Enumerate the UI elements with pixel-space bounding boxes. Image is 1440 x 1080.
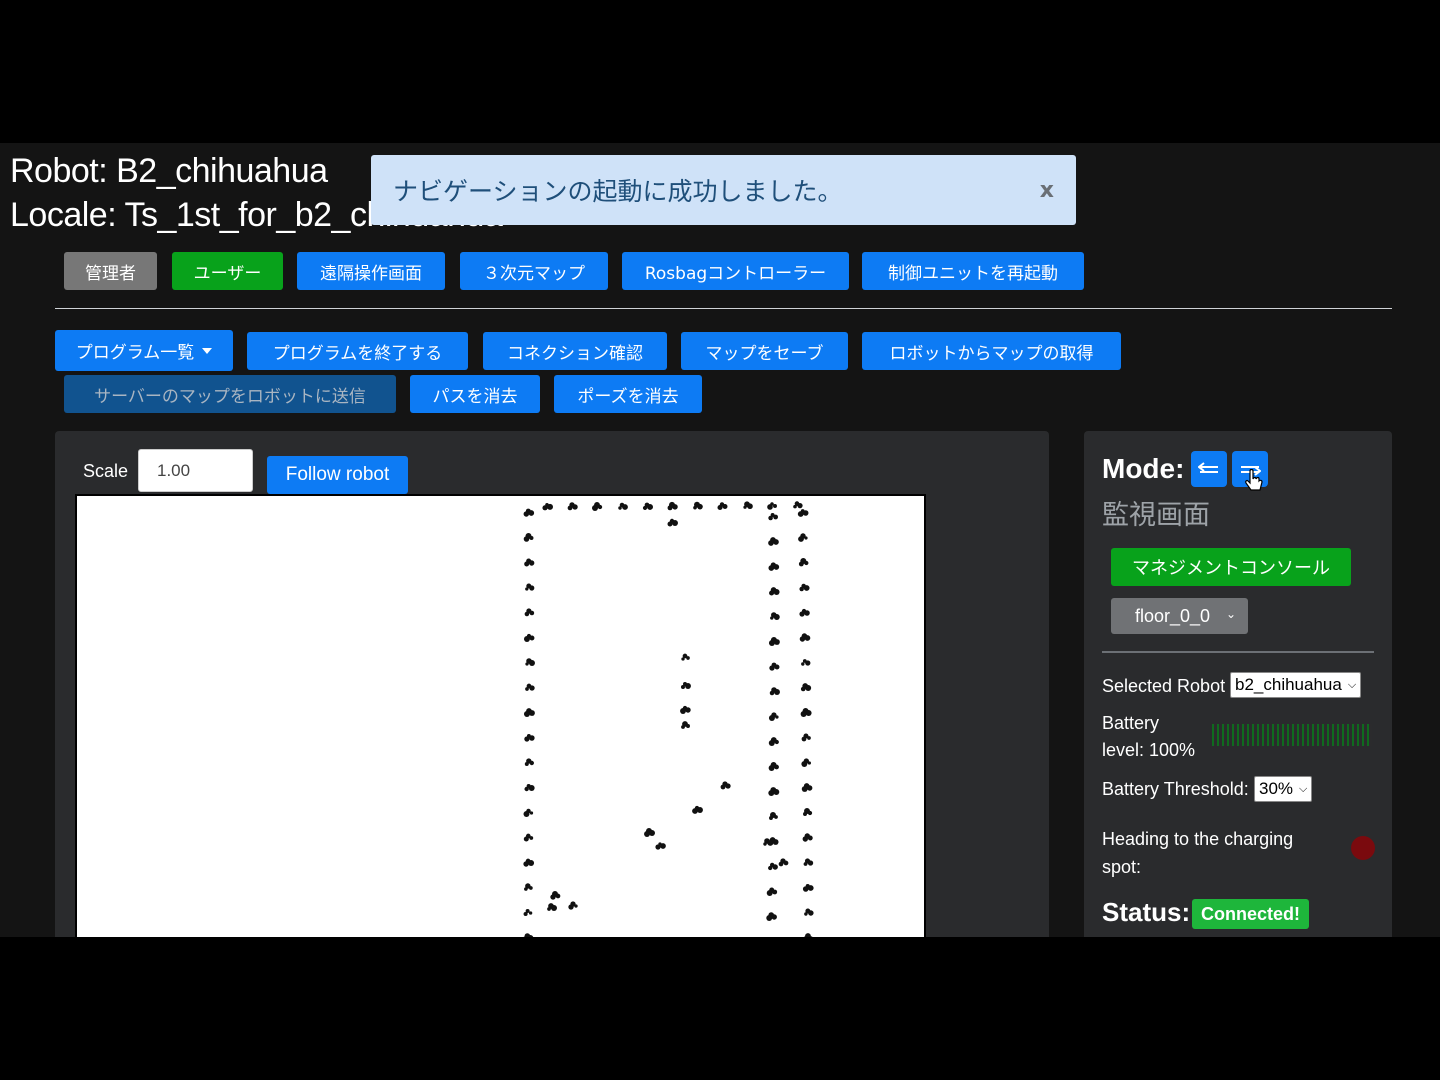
- map3d-button[interactable]: ３次元マップ: [460, 252, 608, 290]
- robot-select[interactable]: b2_chihuahua ⌵: [1230, 672, 1362, 698]
- programs-dropdown[interactable]: プログラム一覧: [55, 330, 233, 371]
- arrow-left-icon: [1198, 462, 1218, 473]
- chevron-down-icon: ⌵: [1299, 782, 1308, 795]
- divider: [55, 308, 1392, 309]
- battery-threshold-value: 30%: [1259, 779, 1294, 798]
- battery-label-line1: Battery: [1102, 713, 1160, 733]
- battery-label: Battery level: 100%: [1102, 713, 1195, 761]
- restart-unit-button[interactable]: 制御ユニットを再起動: [862, 252, 1084, 290]
- management-console-button[interactable]: マネジメントコンソール: [1111, 548, 1351, 586]
- side-panel: Mode: 監視画面 マネジメントコンソール floor_0_0 ⌄ Selec…: [1084, 431, 1392, 937]
- admin-button[interactable]: 管理者: [64, 252, 157, 290]
- charging-indicator: [1351, 836, 1375, 860]
- caret-down-icon: [202, 347, 213, 354]
- battery-label-line2: level: 100%: [1102, 740, 1196, 760]
- status-label: Status:: [1102, 897, 1191, 927]
- map-canvas[interactable]: [75, 494, 926, 937]
- battery-level-bar: [1212, 724, 1372, 746]
- floor-value: floor_0_0: [1135, 605, 1211, 626]
- toast-message: ナビゲーションの起動に成功しました。: [393, 177, 843, 206]
- stop-program-button[interactable]: プログラムを終了する: [247, 332, 468, 370]
- programs-label: プログラム一覧: [75, 343, 195, 363]
- get-map-button[interactable]: ロボットからマップの取得: [862, 332, 1121, 370]
- heading-label-line2: spot:: [1102, 857, 1142, 877]
- scale-label: Scale: [83, 461, 129, 481]
- mode-label: Mode:: [1102, 453, 1185, 484]
- side-divider: [1102, 651, 1374, 653]
- heading-label: Heading to the charging spot:: [1102, 825, 1293, 881]
- save-map-button[interactable]: マップをセーブ: [681, 332, 848, 370]
- battery-threshold-select[interactable]: 30% ⌵: [1254, 776, 1313, 802]
- rosbag-button[interactable]: Rosbagコントローラー: [622, 252, 849, 290]
- cursor-hand-icon: [1245, 469, 1263, 491]
- mode-name: 監視画面: [1102, 500, 1210, 531]
- map-panel: Scale Follow robot: [55, 431, 1049, 937]
- floor-select[interactable]: floor_0_0 ⌄: [1111, 598, 1248, 634]
- check-connection-button[interactable]: コネクション確認: [483, 332, 667, 370]
- clear-path-button[interactable]: パスを消去: [410, 375, 540, 413]
- follow-robot-button[interactable]: Follow robot: [267, 456, 408, 494]
- teleop-button[interactable]: 遠隔操作画面: [297, 252, 445, 290]
- scale-input[interactable]: [138, 449, 253, 492]
- robot-select-value: b2_chihuahua: [1235, 675, 1342, 694]
- chevron-down-icon: ⌵: [1347, 678, 1357, 691]
- selected-robot-label: Selected Robot: [1102, 676, 1226, 696]
- success-toast: ナビゲーションの起動に成功しました。 x: [371, 155, 1076, 225]
- battery-threshold-label: Battery Threshold:: [1102, 779, 1249, 799]
- heading-label-line1: Heading to the charging: [1102, 829, 1294, 849]
- chevron-down-icon: ⌄: [1225, 607, 1236, 621]
- status-badge: Connected!: [1192, 899, 1309, 929]
- app-root: Robot: B2_chihuahua Locale: Ts_1st_for_b…: [0, 143, 1440, 937]
- occupancy-map: [523, 501, 814, 937]
- close-icon[interactable]: x: [1040, 178, 1054, 203]
- mode-prev-button[interactable]: [1191, 451, 1227, 487]
- send-map-button[interactable]: サーバーのマップをロボットに送信: [64, 375, 396, 413]
- user-button[interactable]: ユーザー: [172, 252, 283, 290]
- clear-pose-button[interactable]: ポーズを消去: [554, 375, 702, 413]
